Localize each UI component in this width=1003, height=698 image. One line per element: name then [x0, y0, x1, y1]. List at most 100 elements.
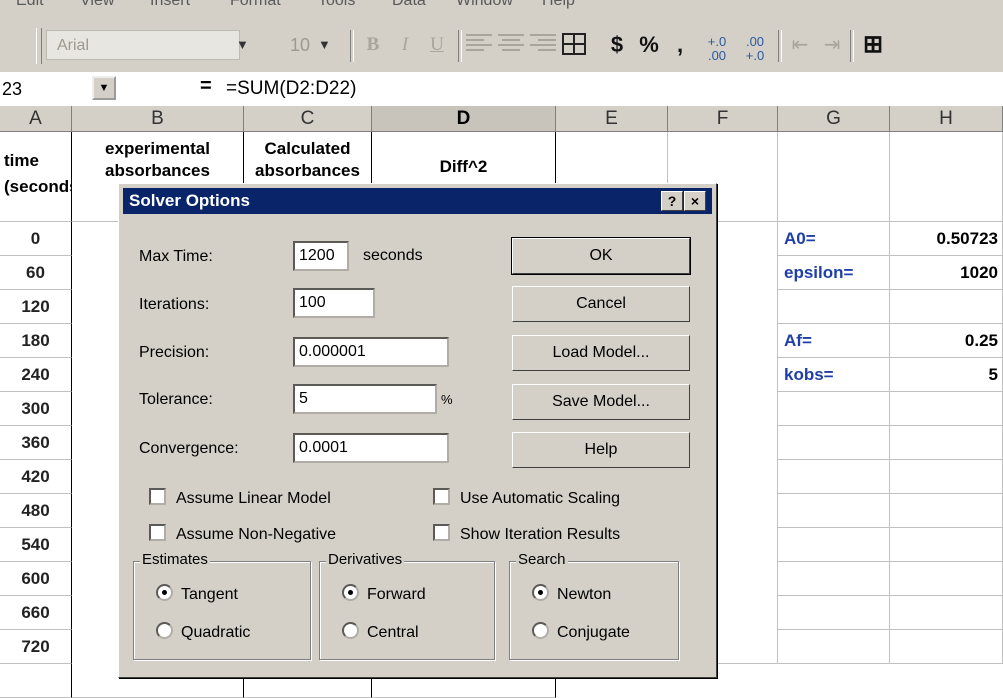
increase-indent-icon[interactable]: ⇥: [818, 30, 846, 60]
time-cell[interactable]: 420: [0, 460, 72, 494]
checkbox-box[interactable]: [149, 488, 166, 505]
radio-dot[interactable]: [532, 584, 549, 601]
menu-tools[interactable]: Tools: [318, 0, 355, 10]
column-header-f[interactable]: F: [668, 106, 778, 132]
formula-input[interactable]: =SUM(D2:D22): [226, 76, 356, 102]
menu-format[interactable]: Format: [230, 0, 281, 10]
align-right-icon[interactable]: [530, 34, 556, 56]
cell[interactable]: [778, 132, 890, 222]
assume-non-negative-checkbox[interactable]: Assume Non-Negative: [149, 524, 336, 546]
merge-center-icon[interactable]: [562, 33, 586, 55]
column-header-b[interactable]: B: [72, 106, 244, 132]
column-header-e[interactable]: E: [556, 106, 668, 132]
time-cell[interactable]: 180: [0, 324, 72, 358]
comma-button[interactable]: ,: [670, 30, 690, 60]
menu-view[interactable]: View: [80, 0, 114, 10]
time-cell[interactable]: 300: [0, 392, 72, 426]
italic-button[interactable]: I: [392, 30, 418, 60]
column-header-c[interactable]: C: [244, 106, 372, 132]
time-cell[interactable]: 480: [0, 494, 72, 528]
param-value[interactable]: 0.50723: [890, 222, 1003, 256]
checkbox-box[interactable]: [433, 524, 450, 541]
radio-dot[interactable]: [532, 622, 549, 639]
max-time-input[interactable]: 1200: [293, 241, 349, 271]
column-header-a[interactable]: A: [0, 106, 72, 132]
column-header-d[interactable]: D: [372, 106, 556, 132]
radio-dot[interactable]: [342, 584, 359, 601]
header-time[interactable]: time (seconds): [0, 132, 72, 222]
show-iteration-results-checkbox[interactable]: Show Iteration Results: [433, 524, 620, 546]
formula-equals-button[interactable]: =: [200, 75, 212, 98]
param-label[interactable]: Af=: [778, 324, 890, 358]
name-box[interactable]: 23: [0, 76, 86, 102]
ok-button[interactable]: OK: [511, 237, 691, 275]
bold-button[interactable]: B: [360, 30, 386, 60]
param-label[interactable]: [778, 290, 890, 324]
chevron-down-icon[interactable]: ▼: [92, 76, 116, 100]
menu-window[interactable]: Window: [456, 0, 513, 10]
time-cell[interactable]: 0: [0, 222, 72, 256]
help-button[interactable]: Help: [512, 432, 690, 468]
menu-data[interactable]: Data: [392, 0, 426, 10]
radio-dot[interactable]: [156, 622, 173, 639]
newton-radio[interactable]: Newton: [532, 584, 611, 606]
param-label[interactable]: A0=: [778, 222, 890, 256]
time-cell[interactable]: 120: [0, 290, 72, 324]
param-value[interactable]: [890, 290, 1003, 324]
param-value[interactable]: 0.25: [890, 324, 1003, 358]
dialog-title-bar[interactable]: Solver Options ? ×: [123, 188, 712, 214]
close-icon[interactable]: ×: [684, 191, 706, 211]
time-cell[interactable]: 240: [0, 358, 72, 392]
quadratic-radio[interactable]: Quadratic: [156, 622, 250, 644]
param-label[interactable]: kobs=: [778, 358, 890, 392]
time-cell[interactable]: 600: [0, 562, 72, 596]
chevron-down-icon[interactable]: ▼: [318, 37, 331, 52]
param-value[interactable]: 1020: [890, 256, 1003, 290]
iterations-input[interactable]: 100: [293, 288, 375, 318]
convergence-input[interactable]: 0.0001: [293, 433, 449, 463]
time-cell[interactable]: 660: [0, 596, 72, 630]
central-radio[interactable]: Central: [342, 622, 419, 644]
param-label[interactable]: epsilon=: [778, 256, 890, 290]
time-cell[interactable]: 540: [0, 528, 72, 562]
column-header-g[interactable]: G: [778, 106, 890, 132]
column-header-h[interactable]: H: [890, 106, 1003, 132]
time-cell[interactable]: [0, 664, 72, 698]
menu-help[interactable]: Help: [542, 0, 575, 10]
font-size-select[interactable]: 10: [260, 30, 348, 60]
radio-dot[interactable]: [342, 622, 359, 639]
font-name-select[interactable]: Arial: [46, 30, 240, 60]
cell[interactable]: [890, 132, 1003, 222]
chevron-down-icon[interactable]: ▼: [236, 37, 249, 52]
cell[interactable]: [778, 392, 890, 664]
save-model-button[interactable]: Save Model...: [512, 384, 690, 420]
precision-input[interactable]: 0.000001: [293, 337, 449, 367]
increase-decimal-icon[interactable]: +.0.00: [700, 35, 734, 65]
time-cell[interactable]: 720: [0, 630, 72, 664]
load-model-button[interactable]: Load Model...: [512, 335, 690, 371]
decrease-decimal-icon[interactable]: .00 +.0: [738, 35, 772, 65]
help-question-icon[interactable]: ?: [661, 191, 683, 211]
align-center-icon[interactable]: [498, 34, 524, 56]
assume-linear-model-checkbox[interactable]: Assume Linear Model: [149, 488, 331, 510]
percent-button[interactable]: %: [634, 30, 664, 60]
conjugate-radio[interactable]: Conjugate: [532, 622, 630, 644]
cancel-button[interactable]: Cancel: [512, 286, 690, 322]
checkbox-box[interactable]: [149, 524, 166, 541]
tolerance-input[interactable]: 5: [293, 384, 437, 414]
toolbar-grip[interactable]: [36, 28, 42, 64]
forward-radio[interactable]: Forward: [342, 584, 426, 606]
menu-insert[interactable]: Insert: [150, 0, 190, 10]
time-cell[interactable]: 60: [0, 256, 72, 290]
param-value[interactable]: 5: [890, 358, 1003, 392]
tangent-radio[interactable]: Tangent: [156, 584, 238, 606]
checkbox-box[interactable]: [433, 488, 450, 505]
time-cell[interactable]: 360: [0, 426, 72, 460]
currency-button[interactable]: $: [604, 30, 630, 60]
borders-icon[interactable]: ⊞: [858, 30, 888, 60]
decrease-indent-icon[interactable]: ⇤: [786, 30, 814, 60]
radio-dot[interactable]: [156, 584, 173, 601]
align-left-icon[interactable]: [466, 34, 492, 56]
underline-button[interactable]: U: [424, 30, 450, 60]
menu-edit[interactable]: Edit: [16, 0, 44, 10]
